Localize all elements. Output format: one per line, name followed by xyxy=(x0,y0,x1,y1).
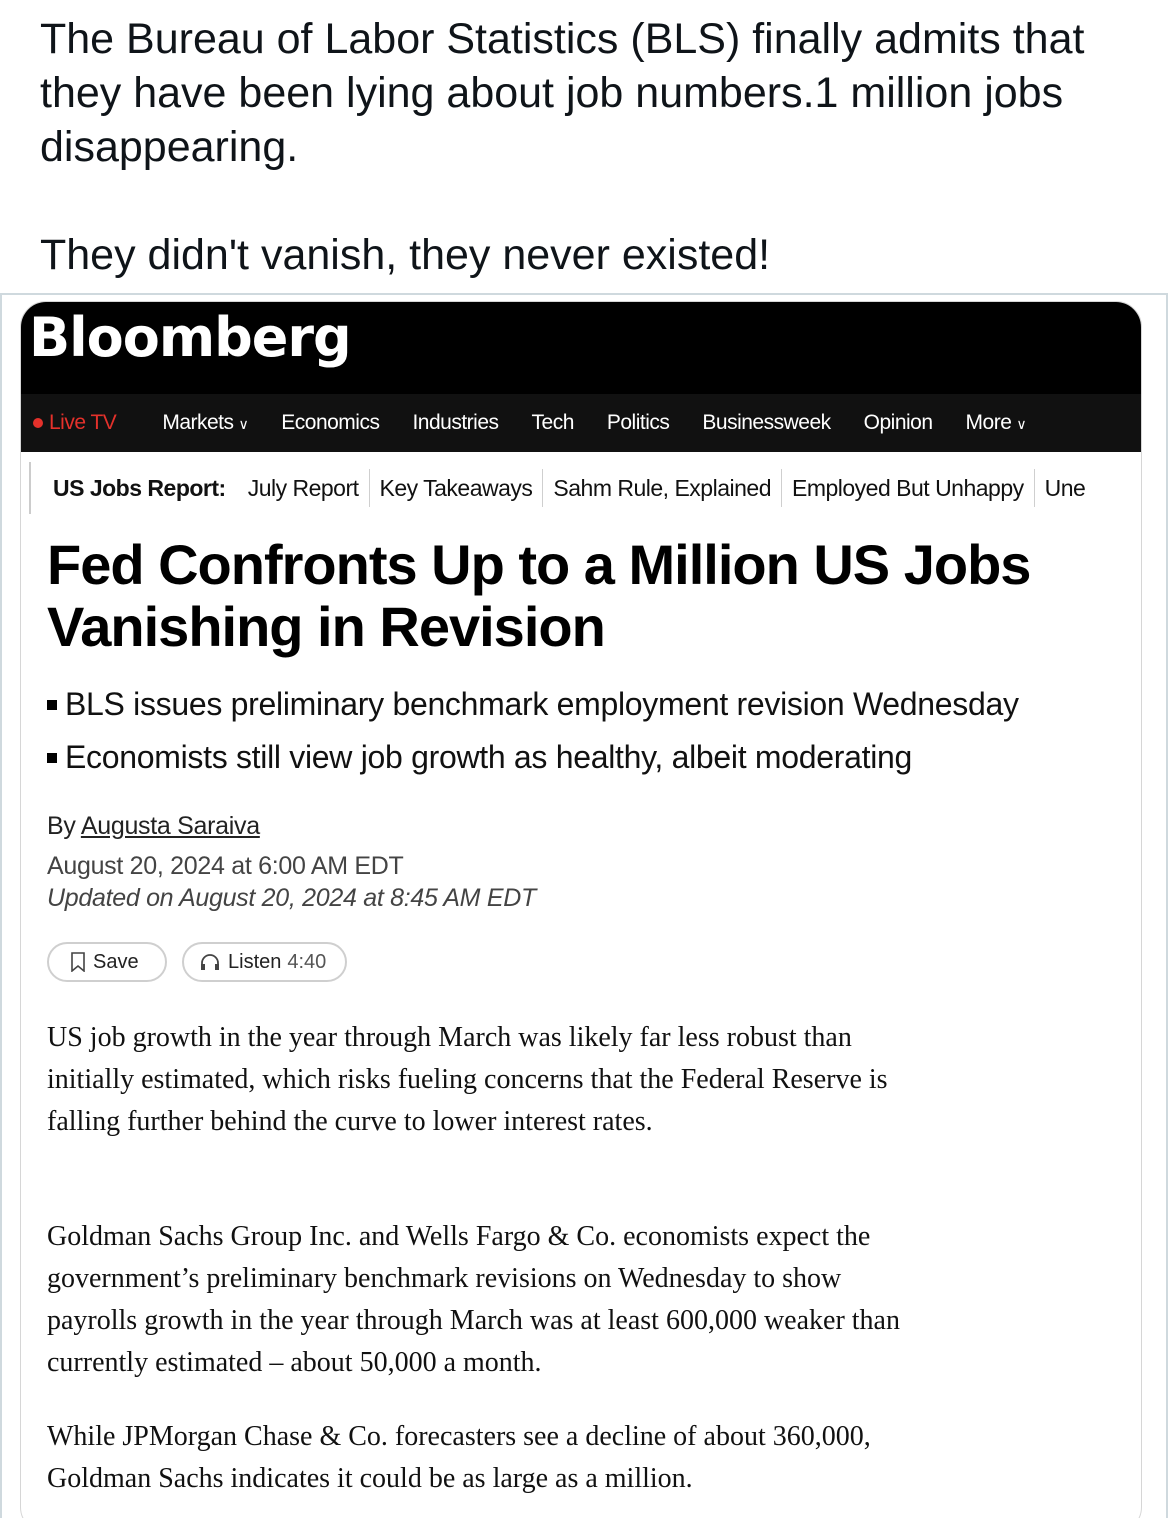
summary-bullet-text: BLS issues preliminary benchmark employm… xyxy=(65,686,1019,722)
main-nav: Live TV Markets ∨ Economics Industries Te… xyxy=(21,394,1141,452)
subnav-lead: US Jobs Report: xyxy=(53,474,226,501)
nav-markets-label: Markets xyxy=(162,411,234,434)
subnav-item-truncated[interactable]: Une xyxy=(1035,475,1096,502)
chevron-down-icon: ∨ xyxy=(1016,416,1027,432)
bloomberg-article-card: Bloomberg Live TV Markets ∨ Economics Ind… xyxy=(20,301,1142,1518)
save-button[interactable]: Save xyxy=(47,942,167,982)
nav-tech[interactable]: Tech xyxy=(532,411,575,435)
published-date: August 20, 2024 at 6:00 AM EDT xyxy=(47,852,404,880)
post-line-2: They didn't vanish, they never existed! xyxy=(40,231,771,279)
live-dot-icon xyxy=(33,418,43,428)
bloomberg-logo[interactable]: Bloomberg xyxy=(29,306,352,369)
listen-button[interactable]: Listen 4:40 xyxy=(182,942,347,982)
post-text: The Bureau of Labor Statistics (BLS) fin… xyxy=(40,12,1140,282)
subnav-item-key-takeaways[interactable]: Key Takeaways xyxy=(370,475,543,502)
listen-label: Listen xyxy=(228,950,282,973)
save-label: Save xyxy=(93,950,139,973)
chevron-down-icon: ∨ xyxy=(238,416,249,432)
summary-bullet: BLS issues preliminary benchmark employm… xyxy=(47,678,1137,731)
bullet-square-icon xyxy=(47,699,57,710)
subnav-item-employed-but-unhappy[interactable]: Employed But Unhappy xyxy=(782,475,1034,502)
nav-live-tv-label: Live TV xyxy=(49,411,117,434)
post-line-1: The Bureau of Labor Statistics (BLS) fin… xyxy=(40,15,1085,171)
bloomberg-header: Bloomberg xyxy=(21,302,1141,394)
summary-bullet: Economists still view job growth as heal… xyxy=(47,731,1137,784)
bullet-square-icon xyxy=(47,752,57,763)
article-summary-bullets: BLS issues preliminary benchmark employm… xyxy=(47,678,1137,784)
nav-businessweek[interactable]: Businessweek xyxy=(702,411,831,435)
byline: By Augusta Saraiva xyxy=(47,812,260,841)
article-paragraph: Goldman Sachs Group Inc. and Wells Fargo… xyxy=(47,1221,900,1378)
jobs-report-subnav: US Jobs Report: July Report Key Takeaway… xyxy=(29,462,1141,514)
listen-duration: 4:40 xyxy=(287,950,327,973)
byline-prefix: By xyxy=(47,812,76,840)
nav-more-label: More xyxy=(965,411,1012,434)
nav-live-tv[interactable]: Live TV xyxy=(33,411,117,435)
headphones-icon xyxy=(201,954,219,970)
article-headline: Fed Confronts Up to a Million US Jobs Va… xyxy=(47,533,1031,658)
subnav-item-july-report[interactable]: July Report xyxy=(238,475,369,502)
subnav-item-sahm-rule[interactable]: Sahm Rule, Explained xyxy=(543,475,781,502)
article-paragraph: US job growth in the year through March … xyxy=(47,1022,888,1137)
nav-opinion[interactable]: Opinion xyxy=(864,411,933,435)
nav-markets[interactable]: Markets ∨ xyxy=(162,411,248,435)
nav-economics[interactable]: Economics xyxy=(281,411,380,435)
updated-date: Updated on August 20, 2024 at 8:45 AM ED… xyxy=(47,884,536,912)
summary-bullet-text: Economists still view job growth as heal… xyxy=(65,739,912,775)
author-link[interactable]: Augusta Saraiva xyxy=(81,812,260,840)
embedded-screenshot[interactable]: Bloomberg Live TV Markets ∨ Economics Ind… xyxy=(0,293,1168,1518)
bookmark-icon xyxy=(71,952,85,972)
nav-industries[interactable]: Industries xyxy=(412,411,499,435)
nav-politics[interactable]: Politics xyxy=(607,411,670,435)
article-paragraph: While JPMorgan Chase & Co. forecasters s… xyxy=(47,1421,871,1494)
nav-more[interactable]: More ∨ xyxy=(966,411,1027,435)
